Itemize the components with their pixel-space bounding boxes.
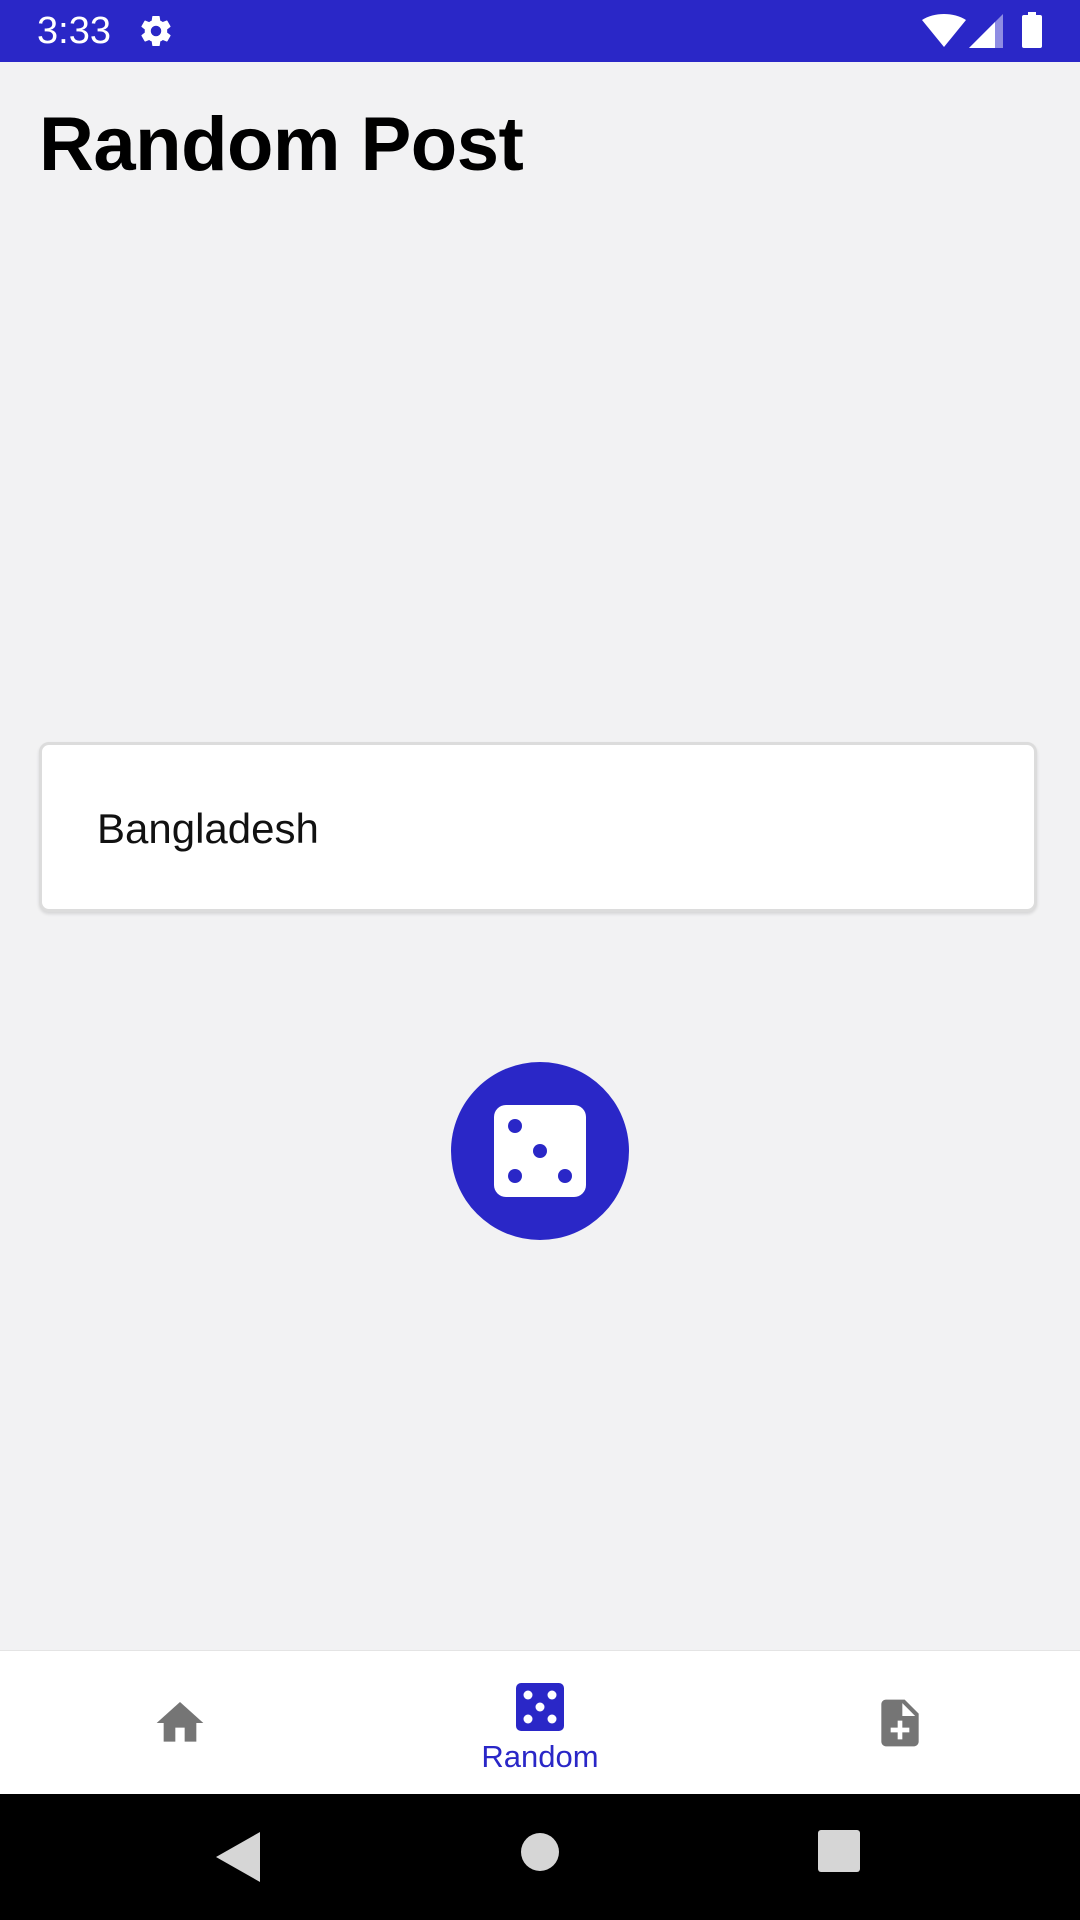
random-dice-button[interactable]	[451, 1062, 629, 1240]
dice-icon	[516, 1683, 564, 1731]
system-nav-bar	[0, 1794, 1080, 1920]
status-time: 3:33	[37, 10, 111, 52]
status-bar: 3:33	[0, 0, 1080, 62]
nav-item-add-post[interactable]	[720, 1651, 1080, 1795]
back-icon[interactable]	[216, 1832, 260, 1882]
nav-item-random[interactable]: Random	[360, 1651, 720, 1795]
screen: 3:33 Random Post Bangladesh Random	[0, 0, 1080, 1920]
home-icon	[156, 1702, 204, 1742]
page-title: Random Post	[39, 102, 524, 187]
post-text: Bangladesh	[97, 805, 319, 852]
battery-icon	[1022, 12, 1042, 48]
nav-item-home[interactable]	[0, 1651, 360, 1795]
add-document-icon	[881, 1699, 919, 1747]
signal-icon	[969, 14, 1003, 48]
gear-icon	[141, 16, 171, 47]
nav-label-random: Random	[481, 1739, 599, 1774]
dice-icon	[494, 1105, 586, 1197]
bottom-nav: Random	[0, 1650, 1080, 1794]
wifi-icon	[922, 14, 966, 47]
post-card: Bangladesh	[39, 742, 1037, 912]
recents-icon[interactable]	[818, 1830, 860, 1872]
home-circle-icon[interactable]	[520, 1832, 560, 1872]
